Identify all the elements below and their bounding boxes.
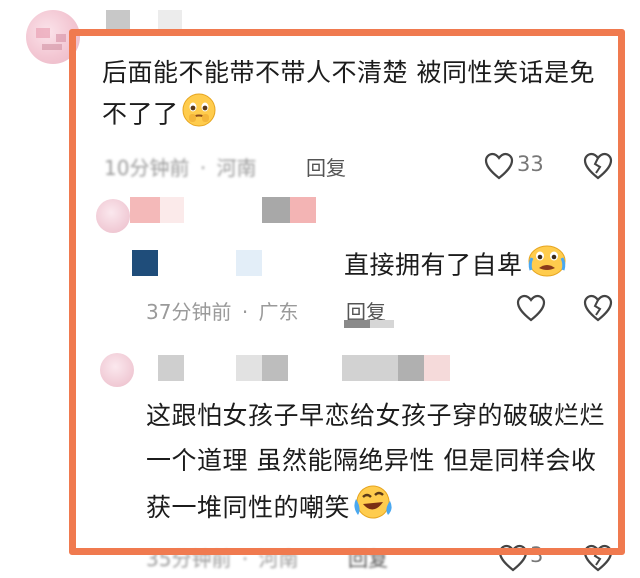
comment-time: 10分钟前 [104,156,190,180]
broken-heart-icon [583,152,613,180]
comment-location: 河南 [216,156,257,180]
username-mosaic [106,10,130,36]
comment-location: 广东 [258,300,299,324]
username-mosaic [344,320,370,328]
heart-icon [516,294,546,322]
username-mosaic [370,320,394,328]
avatar[interactable] [100,353,134,387]
comment-time: 37分钟前 [146,300,232,324]
crying-face-emoji [527,244,567,289]
username-mosaic [158,10,182,36]
like-button[interactable] [516,294,546,322]
username-mosaic [424,355,450,381]
meta-separator: · [241,300,249,324]
comment-meta: 37分钟前 · 广东 [146,296,299,325]
username-mosaic [262,355,288,381]
username-mosaic [290,197,316,223]
dislike-button[interactable] [583,294,613,322]
comment-text: 这跟怕女孩子早恋给女孩子穿的破破烂烂一个道理 虽然能隔绝异性 但是同样会收获一堆… [146,393,606,535]
heart-icon [484,152,514,180]
like-count: 33 [517,152,544,176]
username-mosaic [132,250,158,276]
heart-icon [498,544,528,572]
broken-heart-icon [583,294,613,322]
comment-text: 直接拥有了自卑 [344,244,567,289]
laughing-tears-emoji [352,483,394,535]
reply-button[interactable]: 回复 [306,152,346,181]
comment-time: 35分钟前 [146,547,232,571]
username-mosaic [342,355,398,381]
username-mosaic [262,197,290,223]
dislike-button[interactable] [583,152,613,180]
avatar[interactable] [26,10,80,64]
comment-meta: 35分钟前 · 河南 [146,543,299,572]
like-count: 3 [530,543,544,567]
like-button[interactable] [484,152,514,180]
meta-separator: · [199,156,207,180]
username-mosaic [236,355,262,381]
broken-heart-icon [583,544,613,572]
reply-button[interactable]: 回复 [348,543,388,572]
username-mosaic [158,355,184,381]
username-mosaic [398,355,424,381]
comment-location: 河南 [258,547,299,571]
comment-meta: 10分钟前 · 河南 [104,152,257,181]
username-mosaic [130,197,160,223]
crying-face-emoji [181,92,217,139]
meta-separator: · [241,547,249,571]
like-button[interactable] [498,544,528,572]
username-mosaic [236,250,262,276]
username-mosaic [160,197,184,223]
dislike-button[interactable] [583,544,613,572]
avatar[interactable] [96,199,130,233]
comment-text: 后面能不能带不带人不清楚 被同性笑话是免不了了 [102,54,607,139]
